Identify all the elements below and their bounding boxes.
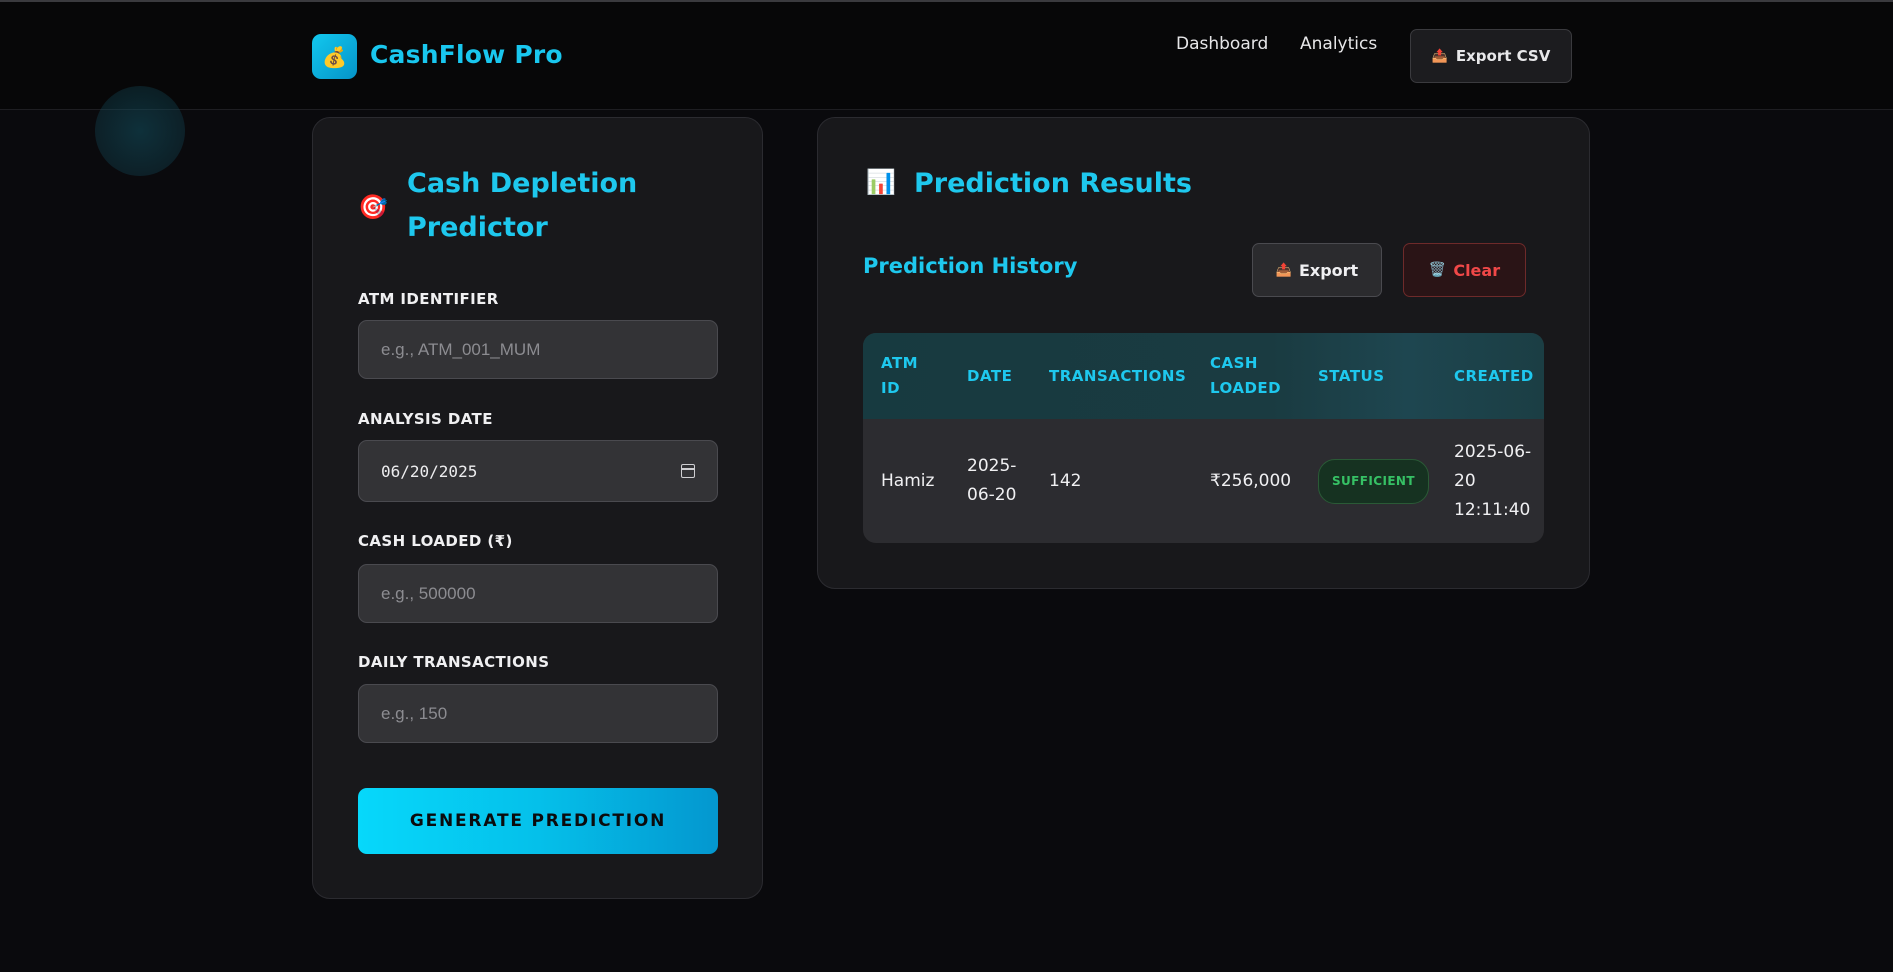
column-header-transactions[interactable]: TRANSACTIONS (1049, 333, 1186, 419)
cell-atm-id: Hamiz (881, 470, 935, 491)
decorative-glow-circle (95, 86, 185, 176)
cell-cash-loaded: ₹256,000 (1210, 470, 1292, 491)
column-header-created[interactable]: CREATED (1454, 333, 1534, 419)
results-title: Prediction Results (914, 168, 1192, 199)
results-panel: 📊 Prediction Results Prediction History … (817, 117, 1590, 589)
clear-button[interactable]: 🗑️ Clear (1403, 243, 1526, 297)
analysis-date-input[interactable]: 06/20/2025 (358, 440, 718, 502)
daily-transactions-label: DAILY TRANSACTIONS (358, 653, 550, 671)
outbox-icon: 📤 (1431, 48, 1448, 64)
export-csv-label: Export CSV (1455, 47, 1551, 65)
logo-glyph: 💰 (322, 44, 347, 69)
analysis-date-value: 06/20/2025 (381, 461, 478, 481)
daily-transactions-input[interactable] (358, 684, 718, 743)
export-csv-button[interactable]: 📤 Export CSV (1410, 29, 1572, 83)
predictor-title-line2: Predictor (407, 212, 548, 243)
nav-analytics-link[interactable]: Analytics (1300, 34, 1377, 54)
bar-chart-icon: 📊 (866, 168, 896, 196)
nav-dashboard-link[interactable]: Dashboard (1176, 34, 1268, 54)
top-navbar: 💰 CashFlow Pro Dashboard Analytics 📤 Exp… (0, 2, 1893, 110)
status-badge: SUFFICIENT (1318, 458, 1429, 504)
predictor-title-line1: Cash Depletion (407, 168, 638, 199)
prediction-history-title: Prediction History (863, 254, 1078, 278)
export-button[interactable]: 📤 Export (1252, 243, 1382, 297)
cash-loaded-label: CASH LOADED (₹) (358, 532, 513, 550)
brand-name[interactable]: CashFlow Pro (370, 40, 563, 69)
calendar-icon[interactable] (681, 464, 695, 478)
column-header-cash-loaded[interactable]: CASH LOADED (1210, 333, 1290, 419)
outbox-icon: 📤 (1275, 262, 1292, 278)
predictor-panel: 🎯 Cash Depletion Predictor ATM IDENTIFIE… (312, 117, 763, 899)
column-header-date[interactable]: DATE (967, 333, 1012, 419)
target-icon: 🎯 (358, 193, 388, 221)
money-bag-icon[interactable]: 💰 (312, 34, 357, 79)
cell-status: SUFFICIENT (1318, 419, 1429, 543)
export-label: Export (1298, 260, 1359, 280)
column-header-atm-id[interactable]: ATM ID (881, 333, 941, 419)
atm-identifier-label: ATM IDENTIFIER (358, 290, 499, 308)
analysis-date-label: ANALYSIS DATE (358, 410, 493, 428)
cash-loaded-input[interactable] (358, 564, 718, 623)
cell-created: 2025-06-20 12:11:40 (1454, 441, 1532, 520)
table-header: ATM ID DATE TRANSACTIONS CASH LOADED STA… (863, 333, 1544, 419)
prediction-history-table: ATM ID DATE TRANSACTIONS CASH LOADED STA… (863, 333, 1544, 543)
predictor-title: Cash Depletion Predictor (407, 162, 637, 250)
column-header-status[interactable]: STATUS (1318, 333, 1385, 419)
cell-transactions: 142 (1049, 470, 1082, 491)
trash-icon: 🗑️ (1428, 262, 1447, 278)
clear-label: Clear (1453, 260, 1501, 280)
atm-identifier-input[interactable] (358, 320, 718, 379)
cell-date: 2025-06-20 (967, 456, 1017, 505)
generate-prediction-button[interactable]: GENERATE PREDICTION (358, 788, 718, 854)
